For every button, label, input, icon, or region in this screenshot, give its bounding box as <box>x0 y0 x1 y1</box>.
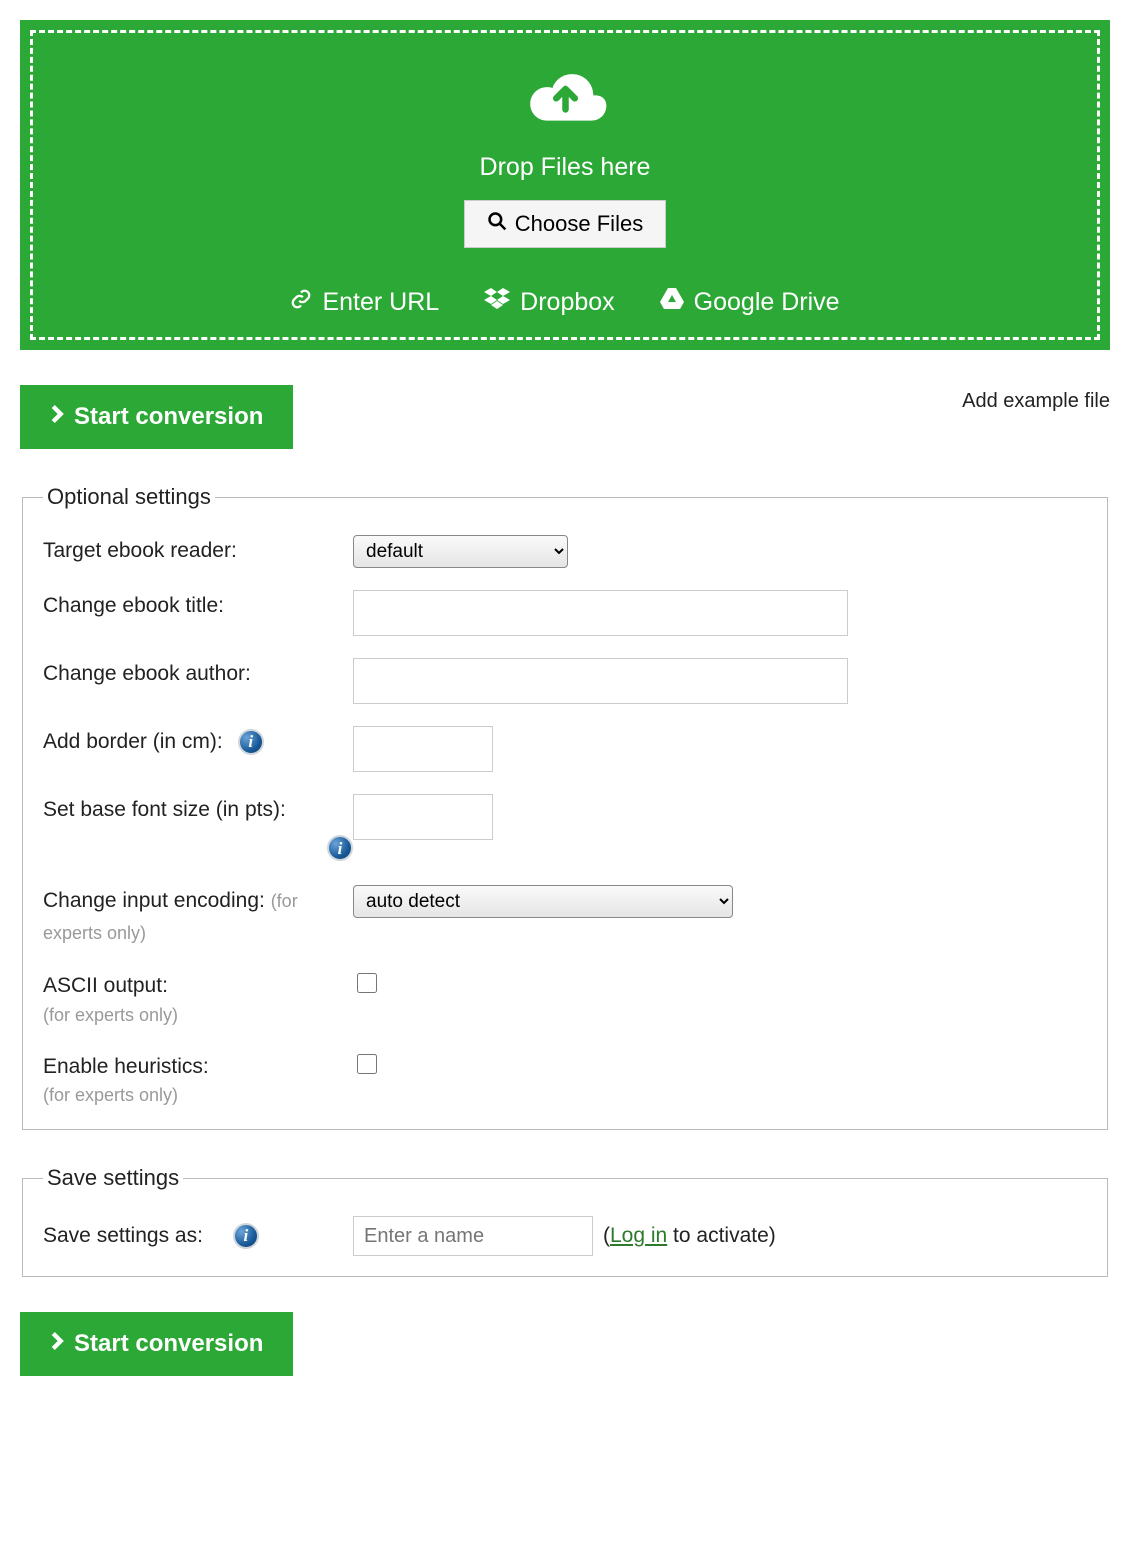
enter-url-button[interactable]: Enter URL <box>290 288 439 317</box>
optional-legend: Optional settings <box>43 484 215 510</box>
dropzone-inner: Drop Files here Choose Files Enter URL <box>30 30 1100 340</box>
info-icon[interactable]: i <box>238 729 264 755</box>
save-settings-label: Save settings as: <box>43 1220 203 1252</box>
gdrive-label: Google Drive <box>694 288 840 317</box>
ebook-title-input[interactable] <box>353 590 848 636</box>
heuristics-hint: (for experts only) <box>43 1082 353 1109</box>
ebook-author-label: Change ebook author: <box>43 658 353 690</box>
search-icon <box>487 211 507 237</box>
start-label-top: Start conversion <box>74 403 263 431</box>
font-size-input[interactable] <box>353 794 493 840</box>
source-row: Enter URL Dropbox Google Drive <box>53 288 1077 317</box>
add-border-label: Add border (in cm): <box>43 726 223 758</box>
chevron-right-icon <box>50 403 64 431</box>
optional-settings-fieldset: Optional settings Target ebook reader: d… <box>22 484 1108 1130</box>
heuristics-checkbox[interactable] <box>357 1054 377 1074</box>
save-settings-fieldset: Save settings Save settings as: i (Log i… <box>22 1165 1108 1277</box>
font-size-label: Set base font size (in pts): <box>43 798 286 821</box>
dropbox-icon <box>484 288 510 317</box>
ebook-author-input[interactable] <box>353 658 848 704</box>
start-conversion-button-top[interactable]: Start conversion <box>20 385 293 449</box>
choose-files-label: Choose Files <box>515 211 643 237</box>
info-icon[interactable]: i <box>327 835 353 861</box>
ascii-hint: (for experts only) <box>43 1002 353 1029</box>
ascii-label: ASCII output: <box>43 970 353 1002</box>
target-reader-label: Target ebook reader: <box>43 535 353 567</box>
google-drive-button[interactable]: Google Drive <box>660 288 840 317</box>
save-activate-msg: (Log in to activate) <box>603 1224 776 1248</box>
google-drive-icon <box>660 288 684 317</box>
start-conversion-button-bottom[interactable]: Start conversion <box>20 1312 293 1376</box>
enter-url-label: Enter URL <box>322 288 439 317</box>
dropbox-button[interactable]: Dropbox <box>484 288 615 317</box>
ebook-title-label: Change ebook title: <box>43 590 353 622</box>
login-link[interactable]: Log in <box>610 1224 667 1247</box>
dropbox-label: Dropbox <box>520 288 615 317</box>
encoding-label: Change input encoding: <box>43 889 271 912</box>
target-reader-select[interactable]: default <box>353 535 568 568</box>
info-icon[interactable]: i <box>233 1223 259 1249</box>
file-dropzone[interactable]: Drop Files here Choose Files Enter URL <box>20 20 1110 350</box>
link-icon <box>290 288 312 317</box>
start-label-bottom: Start conversion <box>74 1330 263 1358</box>
add-example-file-link[interactable]: Add example file <box>962 390 1110 413</box>
chevron-right-icon <box>50 1330 64 1358</box>
save-legend: Save settings <box>43 1165 183 1191</box>
save-name-input[interactable] <box>353 1216 593 1256</box>
ascii-checkbox[interactable] <box>357 973 377 993</box>
border-input[interactable] <box>353 726 493 772</box>
choose-files-button[interactable]: Choose Files <box>464 200 666 248</box>
cloud-upload-icon <box>518 63 613 133</box>
drop-text: Drop Files here <box>53 153 1077 182</box>
heuristics-label: Enable heuristics: <box>43 1051 353 1083</box>
encoding-select[interactable]: auto detect <box>353 885 733 918</box>
